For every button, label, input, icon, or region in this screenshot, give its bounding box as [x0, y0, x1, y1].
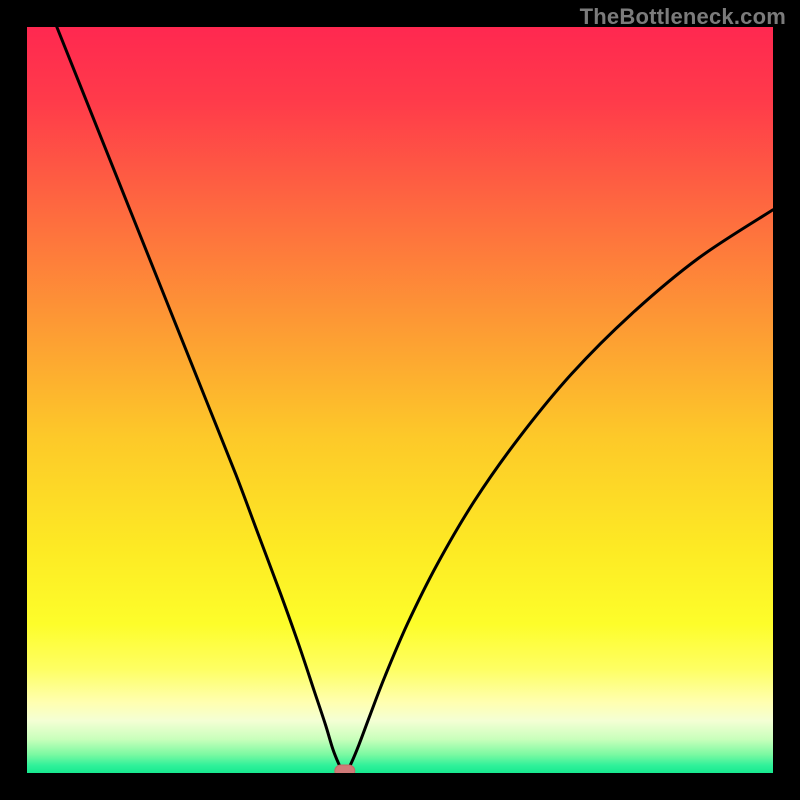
- chart-frame: TheBottleneck.com: [0, 0, 800, 800]
- plot-background: [27, 27, 773, 773]
- watermark-text: TheBottleneck.com: [580, 4, 786, 30]
- frame-left: [0, 0, 27, 800]
- frame-bottom: [0, 773, 800, 800]
- chart-svg: [0, 0, 800, 800]
- frame-right: [773, 0, 800, 800]
